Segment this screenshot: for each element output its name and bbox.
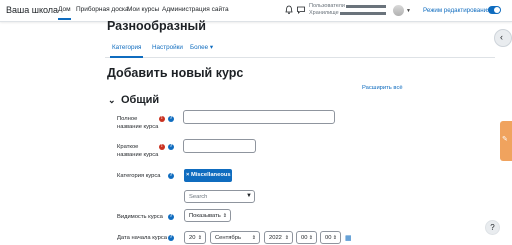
section-general-title[interactable]: Общий [121,94,159,106]
user-menu-caret[interactable]: ▼ [406,8,411,14]
redacted-name-2 [340,12,386,15]
help-question-icon[interactable] [168,213,174,220]
redacted-name [346,5,386,8]
start-minute-select[interactable]: 00 ⇕ [320,231,341,244]
help-question-icon[interactable] [168,115,174,122]
bell-icon[interactable] [284,5,294,15]
help-icon[interactable]: ? [485,220,500,235]
short-name-label-line-2: название курса [117,152,159,158]
chat-icon[interactable] [296,5,306,15]
feedback-tab[interactable]: ✎ [500,121,512,161]
caret-updown-icon: ⇕ [308,235,313,241]
start-month-select[interactable]: Сентябрь ⇕ [210,231,260,244]
visibility-select[interactable]: Показывать ⇕ [184,209,231,222]
tab-settings[interactable]: Настройки [152,44,183,51]
start-year-select[interactable]: 2022 ⇕ [264,231,293,244]
caret-updown-icon: ⇕ [251,235,256,241]
visibility-value: Показывать [189,213,221,219]
chevron-down-icon[interactable]: ⌄ [108,95,116,106]
category-search-input[interactable]: Search [184,190,255,203]
required-icon [159,115,165,122]
open-drawer-button[interactable]: ‹ [494,29,512,47]
full-name-label-line-2: название курса [117,124,159,130]
visibility-label: Видимость курса [117,214,163,220]
tab-more[interactable]: Более ▾ [190,44,213,51]
secondary-nav-tabs: Категория Настройки Более ▾ [105,38,495,58]
start-month-value: Сентябрь [215,235,241,241]
start-day-value: 20 [189,235,196,241]
edit-mode-label: Режим редактирования [423,7,491,14]
caret-updown-icon: ⇕ [197,235,202,241]
nav-home[interactable]: Дом [58,6,71,20]
tab-category[interactable]: Категория [110,44,144,58]
start-date-label: Дата начала курса [117,235,167,241]
start-day-select[interactable]: 20 ⇕ [184,231,206,244]
start-hour-select[interactable]: 00 ⇕ [296,231,317,244]
edit-mode-toggle[interactable] [488,6,501,14]
page-title: Разнообразный [107,19,206,33]
required-icon [159,143,165,150]
nav-my-courses[interactable]: Мои курсы [127,6,159,13]
help-question-icon[interactable] [168,234,174,241]
user-role-line-2: Хранилище [309,10,339,16]
chevron-left-icon: ‹ [500,32,503,42]
full-name-input[interactable] [183,110,335,124]
help-question-icon[interactable] [168,143,174,150]
nav-site-admin[interactable]: Администрация сайта [162,6,229,13]
site-brand[interactable]: Ваша школа [6,5,58,15]
short-name-label-line-1: Краткое [117,144,139,150]
caret-updown-icon: ⇕ [222,213,227,219]
feedback-icon: ✎ [502,136,508,143]
full-name-label-line-1: Полное [117,116,138,122]
caret-updown-icon: ⇕ [332,235,337,241]
avatar[interactable] [393,5,404,16]
category-chip[interactable]: × Miscellaneous [184,169,232,182]
expand-all-link[interactable]: Расширить всё [362,85,403,91]
form-heading: Добавить новый курс [107,66,244,80]
start-year-value: 2022 [269,235,282,241]
start-hour-value: 00 [301,235,308,241]
user-role-line-1: Пользователи [309,3,345,9]
top-navbar: Ваша школа Дом Приборная доска Мои курсы… [0,0,512,22]
category-label: Категория курса [117,173,161,179]
caret-updown-icon: ⇕ [284,235,289,241]
start-minute-value: 00 [325,235,332,241]
calendar-icon[interactable]: ▦ [345,234,352,242]
nav-dashboard[interactable]: Приборная доска [76,6,129,13]
help-question-icon[interactable] [168,172,174,179]
short-name-input[interactable] [183,139,256,153]
caret-down-icon[interactable]: ▼ [246,193,252,199]
